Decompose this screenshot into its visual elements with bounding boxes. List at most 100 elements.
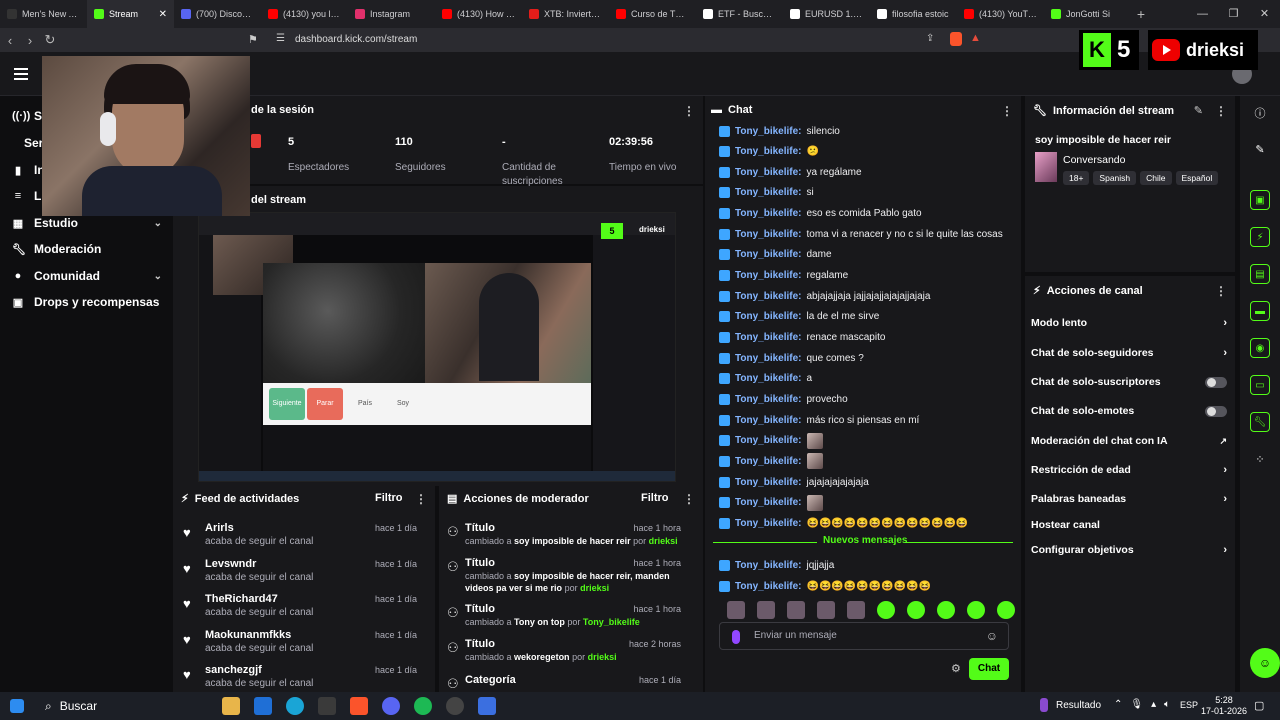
file-explorer-icon[interactable]	[222, 697, 240, 715]
more-icon[interactable]: ⋮	[683, 492, 695, 506]
feed-filter-button[interactable]: Filtro	[375, 492, 403, 504]
chat-icon[interactable]: ▬	[1250, 301, 1270, 321]
bookmark-icon[interactable]: ⚑	[248, 33, 258, 46]
sidebar-item-drops[interactable]: ▣ Drops y recompensas	[12, 295, 162, 309]
chat-username[interactable]: Tony_bikelife:	[735, 581, 802, 592]
emote-icon[interactable]	[757, 601, 775, 619]
chat-username[interactable]: Tony_bikelife:	[735, 270, 802, 281]
close-window-icon[interactable]: ✕	[1249, 0, 1280, 28]
chat-username[interactable]: Tony_bikelife:	[735, 497, 802, 508]
toggle-switch[interactable]	[1205, 376, 1227, 388]
mod-action-user[interactable]: drieksi	[588, 652, 617, 662]
chat-username[interactable]: Tony_bikelife:	[735, 415, 802, 426]
browser-tab[interactable]: XTB: Invierte en	[522, 0, 609, 28]
clock[interactable]: 5:28 17-01-2026	[1201, 695, 1247, 717]
stream-tag[interactable]: Español	[1175, 171, 1219, 185]
more-icon[interactable]: ⋮	[415, 492, 427, 506]
document-icon[interactable]: ▤	[1250, 264, 1270, 284]
sidebar-item-estudio[interactable]: ▦ Estudio ⌄	[12, 216, 162, 230]
outlook-icon[interactable]	[254, 697, 272, 715]
stream-preview[interactable]: Siguiente Parar País Soy 5 drieksi	[198, 212, 676, 482]
browser-tab[interactable]: EURUSD 1.159	[783, 0, 870, 28]
feed-user[interactable]: TheRichard47	[205, 593, 278, 605]
brave-icon[interactable]	[350, 697, 368, 715]
share-icon[interactable]: ⇪	[926, 33, 934, 44]
app-icon[interactable]	[478, 697, 496, 715]
gear-icon[interactable]: ⚙	[951, 662, 961, 675]
emote-icon[interactable]	[727, 601, 745, 619]
chat-username[interactable]: Tony_bikelife:	[735, 477, 802, 488]
emote-icon[interactable]	[997, 601, 1015, 619]
reload-icon[interactable]: ↻	[40, 32, 60, 48]
brave-shield-icon[interactable]	[950, 32, 962, 46]
send-chat-button[interactable]: Chat	[969, 658, 1009, 680]
emote-icon[interactable]	[817, 601, 835, 619]
channel-action-row[interactable]: Palabras baneadas ›	[1031, 490, 1227, 508]
channel-action-row[interactable]: Chat de solo-seguidores ›	[1031, 344, 1227, 362]
monitor-icon[interactable]: ▭	[1250, 375, 1270, 395]
broadcast-icon[interactable]: ◉	[1250, 338, 1270, 358]
discord-icon[interactable]	[382, 697, 400, 715]
notifications-icon[interactable]: ▢	[1254, 699, 1264, 712]
chat-username[interactable]: Tony_bikelife:	[735, 208, 802, 219]
channel-action-row[interactable]: Hostear canal	[1031, 516, 1227, 534]
chat-username[interactable]: Tony_bikelife:	[735, 332, 802, 343]
store-icon[interactable]	[318, 697, 336, 715]
camera-icon[interactable]: ▣	[1250, 190, 1270, 210]
chat-username[interactable]: Tony_bikelife:	[735, 229, 802, 240]
channel-action-row[interactable]: Restricción de edad ›	[1031, 461, 1227, 479]
chat-username[interactable]: Tony_bikelife:	[735, 249, 802, 260]
emote-icon[interactable]	[877, 601, 895, 619]
channel-action-row[interactable]: Moderación del chat con IA ↗	[1031, 432, 1227, 450]
feed-user[interactable]: Maokunanmfkks	[205, 629, 291, 641]
feed-user[interactable]: Levswndr	[205, 558, 256, 570]
chat-username[interactable]: Tony_bikelife:	[735, 435, 802, 446]
browser-tab[interactable]: ETF - Buscar co	[696, 0, 783, 28]
emote-icon[interactable]	[967, 601, 985, 619]
menu-icon[interactable]	[14, 68, 28, 80]
obs-icon[interactable]	[446, 697, 464, 715]
language-indicator[interactable]: ESP	[1180, 700, 1198, 710]
volume-icon[interactable]: 🔈︎	[1164, 699, 1170, 710]
mic-icon[interactable]: 🎙︎	[1130, 699, 1143, 710]
close-tab-icon[interactable]: ✕	[159, 9, 167, 20]
stream-tag[interactable]: Chile	[1140, 171, 1172, 185]
site-info-icon[interactable]: ☰	[276, 33, 285, 44]
help-icon[interactable]: ☺	[1250, 648, 1280, 678]
emote-icon[interactable]	[847, 601, 865, 619]
more-icon[interactable]: ⋮	[1001, 104, 1013, 118]
mod-filter-button[interactable]: Filtro	[641, 492, 669, 504]
chat-username[interactable]: Tony_bikelife:	[735, 146, 802, 157]
browser-tab[interactable]: JonGotti Si	[1044, 0, 1131, 28]
chat-username[interactable]: Tony_bikelife:	[735, 311, 802, 322]
browser-tab[interactable]: (4130) you laug	[261, 0, 348, 28]
browser-tab[interactable]: Men's New Arr	[0, 0, 87, 28]
edge-icon[interactable]	[286, 697, 304, 715]
stream-tag[interactable]: 18+	[1063, 171, 1090, 185]
toggle-switch[interactable]	[1205, 405, 1227, 417]
browser-tab[interactable]: (700) Discord |	[174, 0, 261, 28]
new-tab-icon[interactable]: +	[1131, 6, 1151, 22]
chat-input[interactable]: Enviar un mensaje ☺	[719, 622, 1009, 650]
chat-username[interactable]: Tony_bikelife:	[735, 456, 802, 467]
browser-tab[interactable]: Curso de TRAD	[609, 0, 696, 28]
emote-icon[interactable]	[907, 601, 925, 619]
maximize-icon[interactable]: ❐	[1218, 0, 1249, 28]
chevron-up-icon[interactable]: ⌃	[1114, 699, 1122, 710]
tray-app-icon[interactable]	[1040, 698, 1048, 712]
chat-username[interactable]: Tony_bikelife:	[735, 394, 802, 405]
more-icon[interactable]: ⋮	[1215, 104, 1227, 118]
wrench-icon[interactable]: 🔧︎	[1250, 412, 1270, 432]
stream-tag[interactable]: Spanish	[1093, 171, 1137, 185]
chat-username[interactable]: Tony_bikelife:	[735, 126, 802, 137]
spotify-icon[interactable]	[414, 697, 432, 715]
info-icon[interactable]: ⓘ	[1250, 104, 1270, 124]
bolt-icon[interactable]: ⚡︎	[1250, 227, 1270, 247]
chat-username[interactable]: Tony_bikelife:	[735, 187, 802, 198]
mod-action-user[interactable]: drieksi	[649, 536, 678, 546]
chat-username[interactable]: Tony_bikelife:	[735, 353, 802, 364]
more-icon[interactable]: ⋮	[1215, 284, 1227, 298]
chat-username[interactable]: Tony_bikelife:	[735, 518, 802, 529]
more-icon[interactable]: ⋮	[683, 104, 695, 118]
channel-action-row[interactable]: Modo lento ›	[1031, 314, 1227, 332]
